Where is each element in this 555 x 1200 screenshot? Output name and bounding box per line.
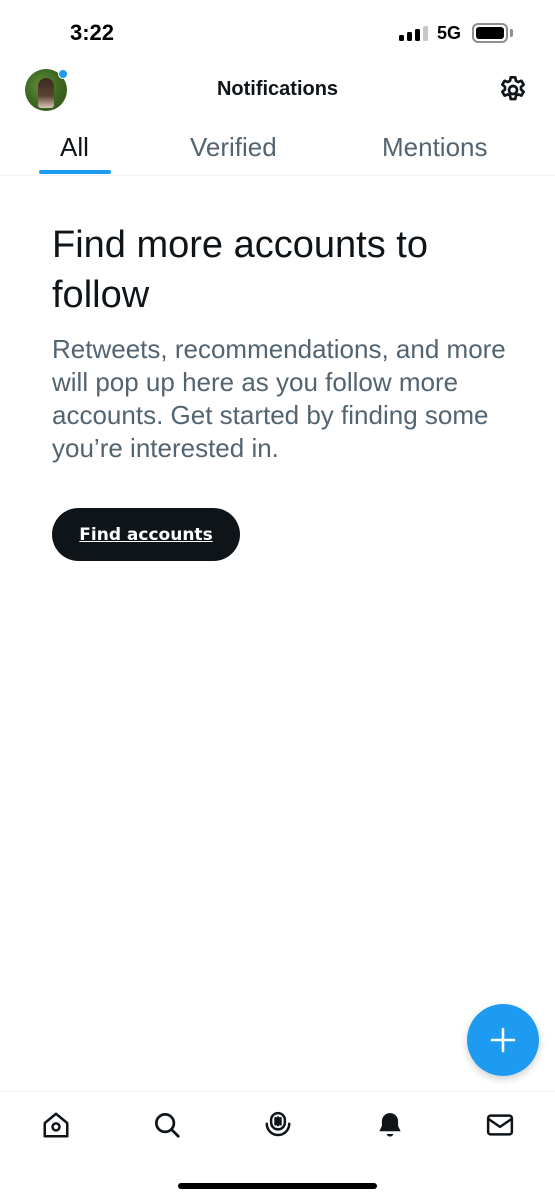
search-icon[interactable] (152, 1110, 182, 1140)
spaces-icon[interactable] (263, 1110, 293, 1140)
battery-cap (510, 29, 513, 37)
page-title: Notifications (216, 78, 339, 100)
plus-icon (490, 1027, 516, 1053)
home-icon[interactable] (41, 1110, 71, 1140)
active-tab-indicator (39, 170, 111, 174)
empty-state-body: Retweets, recommendations, and more will… (52, 334, 506, 463)
compose-button[interactable] (467, 1004, 539, 1076)
network-label: 5G (437, 23, 462, 43)
find-accounts-button[interactable]: Find accounts (52, 508, 240, 561)
empty-state-heading: Find more accounts to follow (52, 224, 428, 316)
home-indicator (178, 1183, 377, 1189)
signal-icon (399, 26, 429, 41)
gear-icon[interactable] (497, 74, 529, 106)
status-bar: 3:22 5G (0, 0, 555, 64)
tab-all[interactable]: All (60, 132, 89, 163)
tab-bar: All Verified Mentions (0, 120, 555, 176)
mail-icon[interactable] (485, 1110, 515, 1140)
status-time: 3:22 (70, 20, 115, 45)
bell-icon[interactable] (375, 1110, 405, 1140)
tab-verified[interactable]: Verified (190, 132, 277, 163)
battery-icon (472, 23, 508, 43)
tab-mentions[interactable]: Mentions (382, 132, 488, 163)
